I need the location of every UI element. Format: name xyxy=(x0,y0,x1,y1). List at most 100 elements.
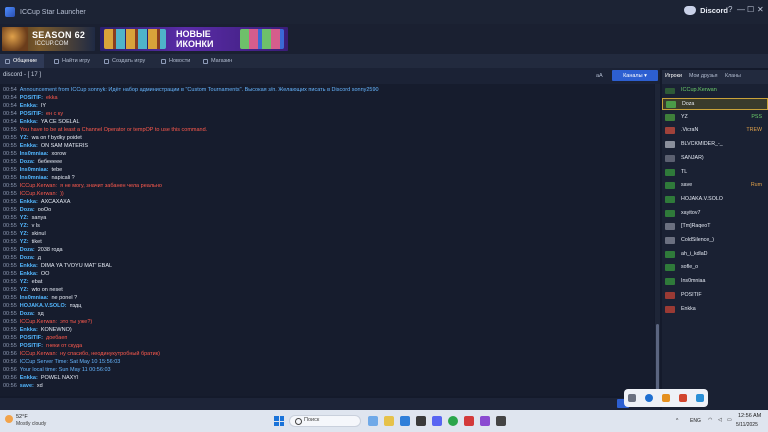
message-nick[interactable]: ICCup.Kerwan: xyxy=(20,319,57,325)
message-nick[interactable]: Enkka: xyxy=(20,119,38,125)
chrome-icon[interactable] xyxy=(448,416,458,426)
message-nick[interactable]: POSITIF: xyxy=(20,335,43,341)
app-icon-taskbar[interactable] xyxy=(480,416,490,426)
message-nick[interactable]: YZ: xyxy=(20,239,29,245)
clock-date[interactable]: 5/11/2025 xyxy=(736,422,758,428)
close-button[interactable]: ✕ xyxy=(757,5,764,14)
message-nick[interactable]: Enkka: xyxy=(20,271,38,277)
app-icon-4[interactable] xyxy=(678,394,687,402)
tab-find-game[interactable]: Найти игру xyxy=(54,54,90,68)
tab-clans[interactable]: Кланы xyxy=(725,73,741,79)
help-button[interactable]: ? xyxy=(728,5,732,14)
widgets-icon[interactable] xyxy=(368,416,378,426)
tray-chevron-icon[interactable]: ^ xyxy=(676,418,678,424)
message-nick[interactable]: YZ: xyxy=(20,223,29,229)
user-list-item[interactable]: YZ PSS xyxy=(662,112,768,124)
chat-scrollbar-thumb[interactable] xyxy=(656,324,659,390)
message-nick[interactable]: Enkka: xyxy=(20,375,38,381)
message-nick[interactable]: Enkka: xyxy=(20,103,38,109)
tab-news[interactable]: Новости xyxy=(161,54,190,68)
message-nick[interactable]: YZ: xyxy=(20,215,29,221)
app-icon-2[interactable] xyxy=(645,394,654,402)
message-text: POWEL NAXYI xyxy=(40,375,79,381)
chat-log[interactable]: 00:54 Announcement from ICCup sonnyk: Идё… xyxy=(0,84,654,396)
season-banner[interactable]: SEASON 62 ICCUP.COM xyxy=(2,27,95,51)
user-list-item[interactable]: SANJAR) xyxy=(662,153,768,165)
volume-icon[interactable]: ◁ xyxy=(718,417,722,423)
message-nick[interactable]: Enkka: xyxy=(20,143,38,149)
tab-my-friends[interactable]: Мои друзья xyxy=(689,73,718,79)
message-nick[interactable]: POSITIF: xyxy=(20,343,43,349)
tab-chat[interactable]: Общение xyxy=(0,54,44,68)
message-nick[interactable]: Ins0mniaa: xyxy=(20,295,49,301)
message-time: 00:55 xyxy=(3,231,17,237)
icons-banner-line1: НОВЫЕ xyxy=(176,29,211,39)
icons-banner[interactable]: НОВЫЕ ИКОНКИ xyxy=(100,27,288,51)
message-nick[interactable]: POSITIF: xyxy=(20,111,43,117)
user-list-item[interactable]: ColdSilence_) xyxy=(662,235,768,247)
user-list-item[interactable]: [Tm]RaqeoT xyxy=(662,221,768,233)
app-icon-1[interactable] xyxy=(628,394,637,402)
message-nick[interactable]: YZ: xyxy=(20,231,29,237)
edge-icon[interactable] xyxy=(400,416,410,426)
maximize-button[interactable]: ☐ xyxy=(747,5,754,14)
taskbar-search[interactable]: Поиск xyxy=(289,415,361,427)
chat-input[interactable] xyxy=(0,398,660,410)
user-list-item[interactable]: ah_i_kdlaD xyxy=(662,249,768,261)
message-nick[interactable]: Ins0mniaa: xyxy=(20,175,49,181)
user-name: save xyxy=(681,182,693,189)
user-list-item[interactable]: save Rum xyxy=(662,180,768,192)
message-nick[interactable]: ICCup.Kerwan: xyxy=(20,191,57,197)
tab-create-game[interactable]: Создать игру xyxy=(104,54,145,68)
user-list-item[interactable]: sofle_o xyxy=(662,262,768,274)
message-nick[interactable]: POSITIF: xyxy=(20,95,43,101)
app-icon-5[interactable] xyxy=(695,394,704,402)
tab-players[interactable]: Игроки xyxy=(665,73,682,79)
message-nick[interactable]: Doza: xyxy=(20,247,35,253)
app-icon-3[interactable] xyxy=(661,394,670,402)
battery-icon[interactable]: ▭ xyxy=(727,417,732,423)
clock-time[interactable]: 12:56 AM xyxy=(738,413,761,419)
language-indicator[interactable]: ENG xyxy=(690,418,701,424)
start-button[interactable] xyxy=(274,416,284,426)
message-nick[interactable]: Ins0mniaa: xyxy=(20,167,49,173)
user-list-item[interactable]: Doza xyxy=(662,98,768,110)
message-nick[interactable]: ICCup.Kerwan: xyxy=(20,351,57,357)
message-nick[interactable]: Enkka: xyxy=(20,199,38,205)
store-icon[interactable] xyxy=(416,416,426,426)
message-nick[interactable]: HOJAKA.V.SOLO: xyxy=(20,303,67,309)
discord-taskbar-icon[interactable] xyxy=(432,416,442,426)
message-nick[interactable]: YZ: xyxy=(20,135,29,141)
message-nick[interactable]: ICCup.Kerwan: xyxy=(20,183,57,189)
file-explorer-icon[interactable] xyxy=(384,416,394,426)
wifi-icon[interactable]: ◠ xyxy=(708,417,712,423)
message-nick[interactable]: YZ: xyxy=(20,279,29,285)
user-list-item[interactable]: POSITIF xyxy=(662,290,768,302)
user-list-item[interactable]: BLVCKMIDER_-_ xyxy=(662,139,768,151)
message-nick[interactable]: Enkka: xyxy=(20,327,38,333)
discord-button[interactable]: Discord xyxy=(684,6,728,15)
user-list-item[interactable]: xayitov7 xyxy=(662,208,768,220)
chat-scrollbar[interactable] xyxy=(655,84,660,396)
user-list-item[interactable]: .VicraN TREW xyxy=(662,125,768,137)
font-size-toggle[interactable]: aA xyxy=(596,73,603,79)
chat-message: 00:55 ICCup.Kerwan:)) xyxy=(3,190,64,198)
weather-icon[interactable] xyxy=(5,415,13,423)
yandex-icon[interactable] xyxy=(464,416,474,426)
message-nick[interactable]: Doza: xyxy=(20,207,35,213)
message-nick[interactable]: Ins0mniaa: xyxy=(20,151,49,157)
message-nick[interactable]: Doza: xyxy=(20,159,35,165)
channels-button[interactable]: Каналы ▾ xyxy=(612,70,658,81)
user-list-item[interactable]: Ins0mniaa xyxy=(662,276,768,288)
message-nick[interactable]: YZ: xyxy=(20,287,29,293)
message-nick[interactable]: Doza: xyxy=(20,255,35,261)
tab-shop[interactable]: Магазин xyxy=(203,54,232,68)
user-list-item[interactable]: TL xyxy=(662,167,768,179)
message-nick[interactable]: Doza: xyxy=(20,311,35,317)
user-list-item[interactable]: HOJAKA.V.SOLO xyxy=(662,194,768,206)
minimize-button[interactable]: — xyxy=(737,5,745,14)
message-nick[interactable]: Enkka: xyxy=(20,263,38,269)
user-list-item[interactable]: Enkka xyxy=(662,304,768,316)
terminal-icon[interactable] xyxy=(496,416,506,426)
message-nick[interactable]: save: xyxy=(20,383,34,389)
